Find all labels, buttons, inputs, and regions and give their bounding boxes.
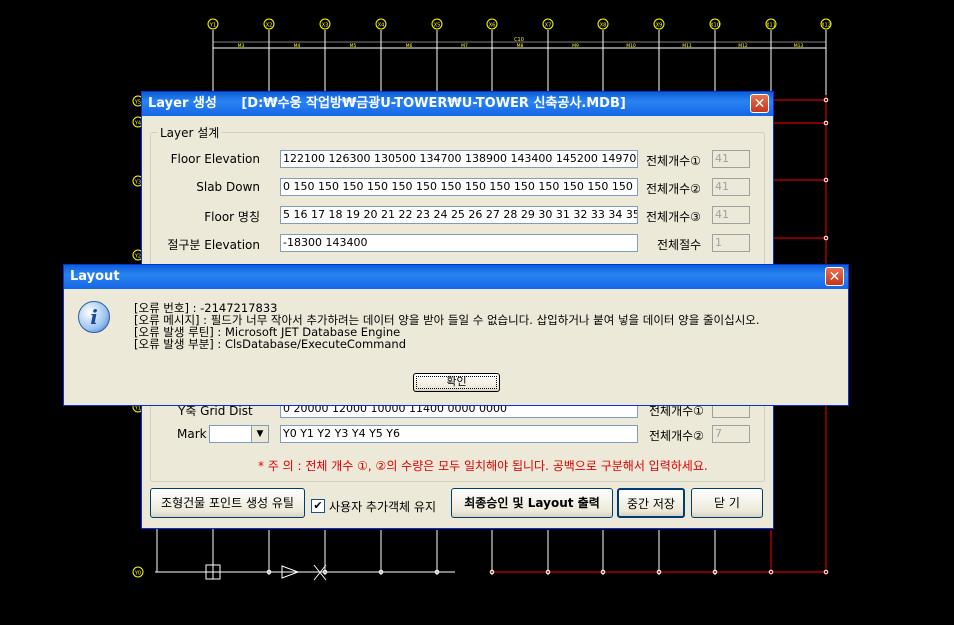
row-label: 절구분 Elevation: [167, 238, 260, 252]
span-label: M4: [294, 43, 301, 49]
row-field[interactable]: 122100 126300 130500 134700 138900 14340…: [280, 150, 638, 168]
ok-button[interactable]: 확인: [413, 373, 500, 392]
span-label: M7: [461, 43, 468, 49]
span-label: M10: [626, 43, 636, 49]
row-count-label: 전체개수①: [646, 154, 701, 168]
mark-count-label: 전체개수②: [649, 429, 704, 443]
error-line: [오류 발생 부분] : ClsDatabase/ExecuteCommand: [134, 337, 407, 351]
span-label: M8: [517, 43, 524, 49]
row-count-label: 전체개수③: [646, 210, 701, 224]
grid-label: X3: [322, 23, 329, 29]
span-label: M13: [794, 43, 804, 49]
layer-dialog-titlebar[interactable]: Layer 생성 [D:₩수웅 작업방₩금광U-TOWER₩U-TOWER 신축…: [142, 92, 773, 116]
row-label: Floor Elevation: [170, 152, 260, 166]
layer-dialog-close-icon[interactable]: ✕: [750, 94, 769, 113]
grid-label: X6: [489, 23, 496, 29]
keep-objects-label: 사용자 추가객체 유지: [329, 500, 436, 514]
error-dialog-titlebar[interactable]: Layout ✕: [64, 265, 848, 289]
row-count-label: 전체개수②: [646, 182, 701, 196]
save-button[interactable]: 중간 저장: [617, 488, 685, 518]
row-label: Slab Down: [196, 180, 260, 194]
grid-label: Y1: [209, 23, 216, 29]
row-count: 41: [712, 178, 750, 196]
mark-label: Mark: [177, 427, 207, 441]
grid-label: X8: [600, 23, 607, 29]
row-label: Floor 명칭: [204, 210, 260, 224]
close-button[interactable]: 닫 기: [691, 488, 763, 518]
mark-select[interactable]: ▼: [209, 425, 269, 443]
grid-label: X2: [266, 23, 273, 29]
grid-label: X7: [545, 23, 552, 29]
info-icon: i: [78, 301, 110, 333]
span-label: M11: [682, 43, 692, 49]
span-label: M12: [738, 43, 748, 49]
row-count: 41: [712, 206, 750, 224]
grid-label-left: Y0: [134, 571, 141, 577]
grid-label: X10: [710, 23, 720, 29]
grid-label: X4: [378, 23, 385, 29]
layer-dialog-path: [D:₩수웅 작업방₩금광U-TOWER₩U-TOWER 신축공사.MDB]: [241, 96, 626, 111]
keep-objects-checkbox[interactable]: ✔: [311, 499, 325, 513]
error-dialog: Layout ✕ i [오류 번호] : -2147217833 [오류 메시지]…: [63, 264, 849, 406]
error-dialog-title: Layout: [70, 269, 120, 284]
span-label: M5: [350, 43, 357, 49]
mark-count: 7: [712, 425, 750, 443]
grid-label: X5: [434, 23, 441, 29]
row-field[interactable]: -18300 143400: [280, 234, 638, 252]
error-dialog-close-icon[interactable]: ✕: [825, 267, 844, 286]
mark-field[interactable]: Y0 Y1 Y2 Y3 Y4 Y5 Y6: [280, 425, 638, 443]
row-count-label: 전체절수: [657, 238, 702, 252]
row-field[interactable]: 0 150 150 150 150 150 150 150 150 150 15…: [280, 178, 638, 196]
chevron-down-icon[interactable]: ▼: [251, 426, 268, 442]
layer-design-group-label: Layer 설계: [157, 124, 223, 141]
error-message: [오류 번호] : -2147217833 [오류 메시지] : 필드가 너무 작…: [134, 302, 760, 350]
row-count: 1: [712, 234, 750, 252]
row-field[interactable]: 5 16 17 18 19 20 21 22 23 24 25 26 27 28…: [280, 206, 638, 224]
span-label: M3: [238, 43, 245, 49]
grid-label: X9: [656, 23, 663, 29]
dimension-label: C10: [514, 37, 524, 43]
point-util-button[interactable]: 조형건물 포인트 생성 유틸: [150, 488, 305, 518]
grid-label: X12: [821, 23, 831, 29]
warning-note: * 주 의 : 전체 개수 ①, ②의 수량은 모두 일치해야 됩니다. 공백으…: [258, 459, 708, 473]
span-label: M9: [572, 43, 579, 49]
row-count: 41: [712, 150, 750, 168]
span-label: M6: [406, 43, 413, 49]
layer-dialog-title: Layer 생성: [148, 96, 217, 111]
final-output-button[interactable]: 최종승인 및 Layout 출력: [451, 488, 613, 518]
grid-label: X11: [766, 23, 776, 29]
